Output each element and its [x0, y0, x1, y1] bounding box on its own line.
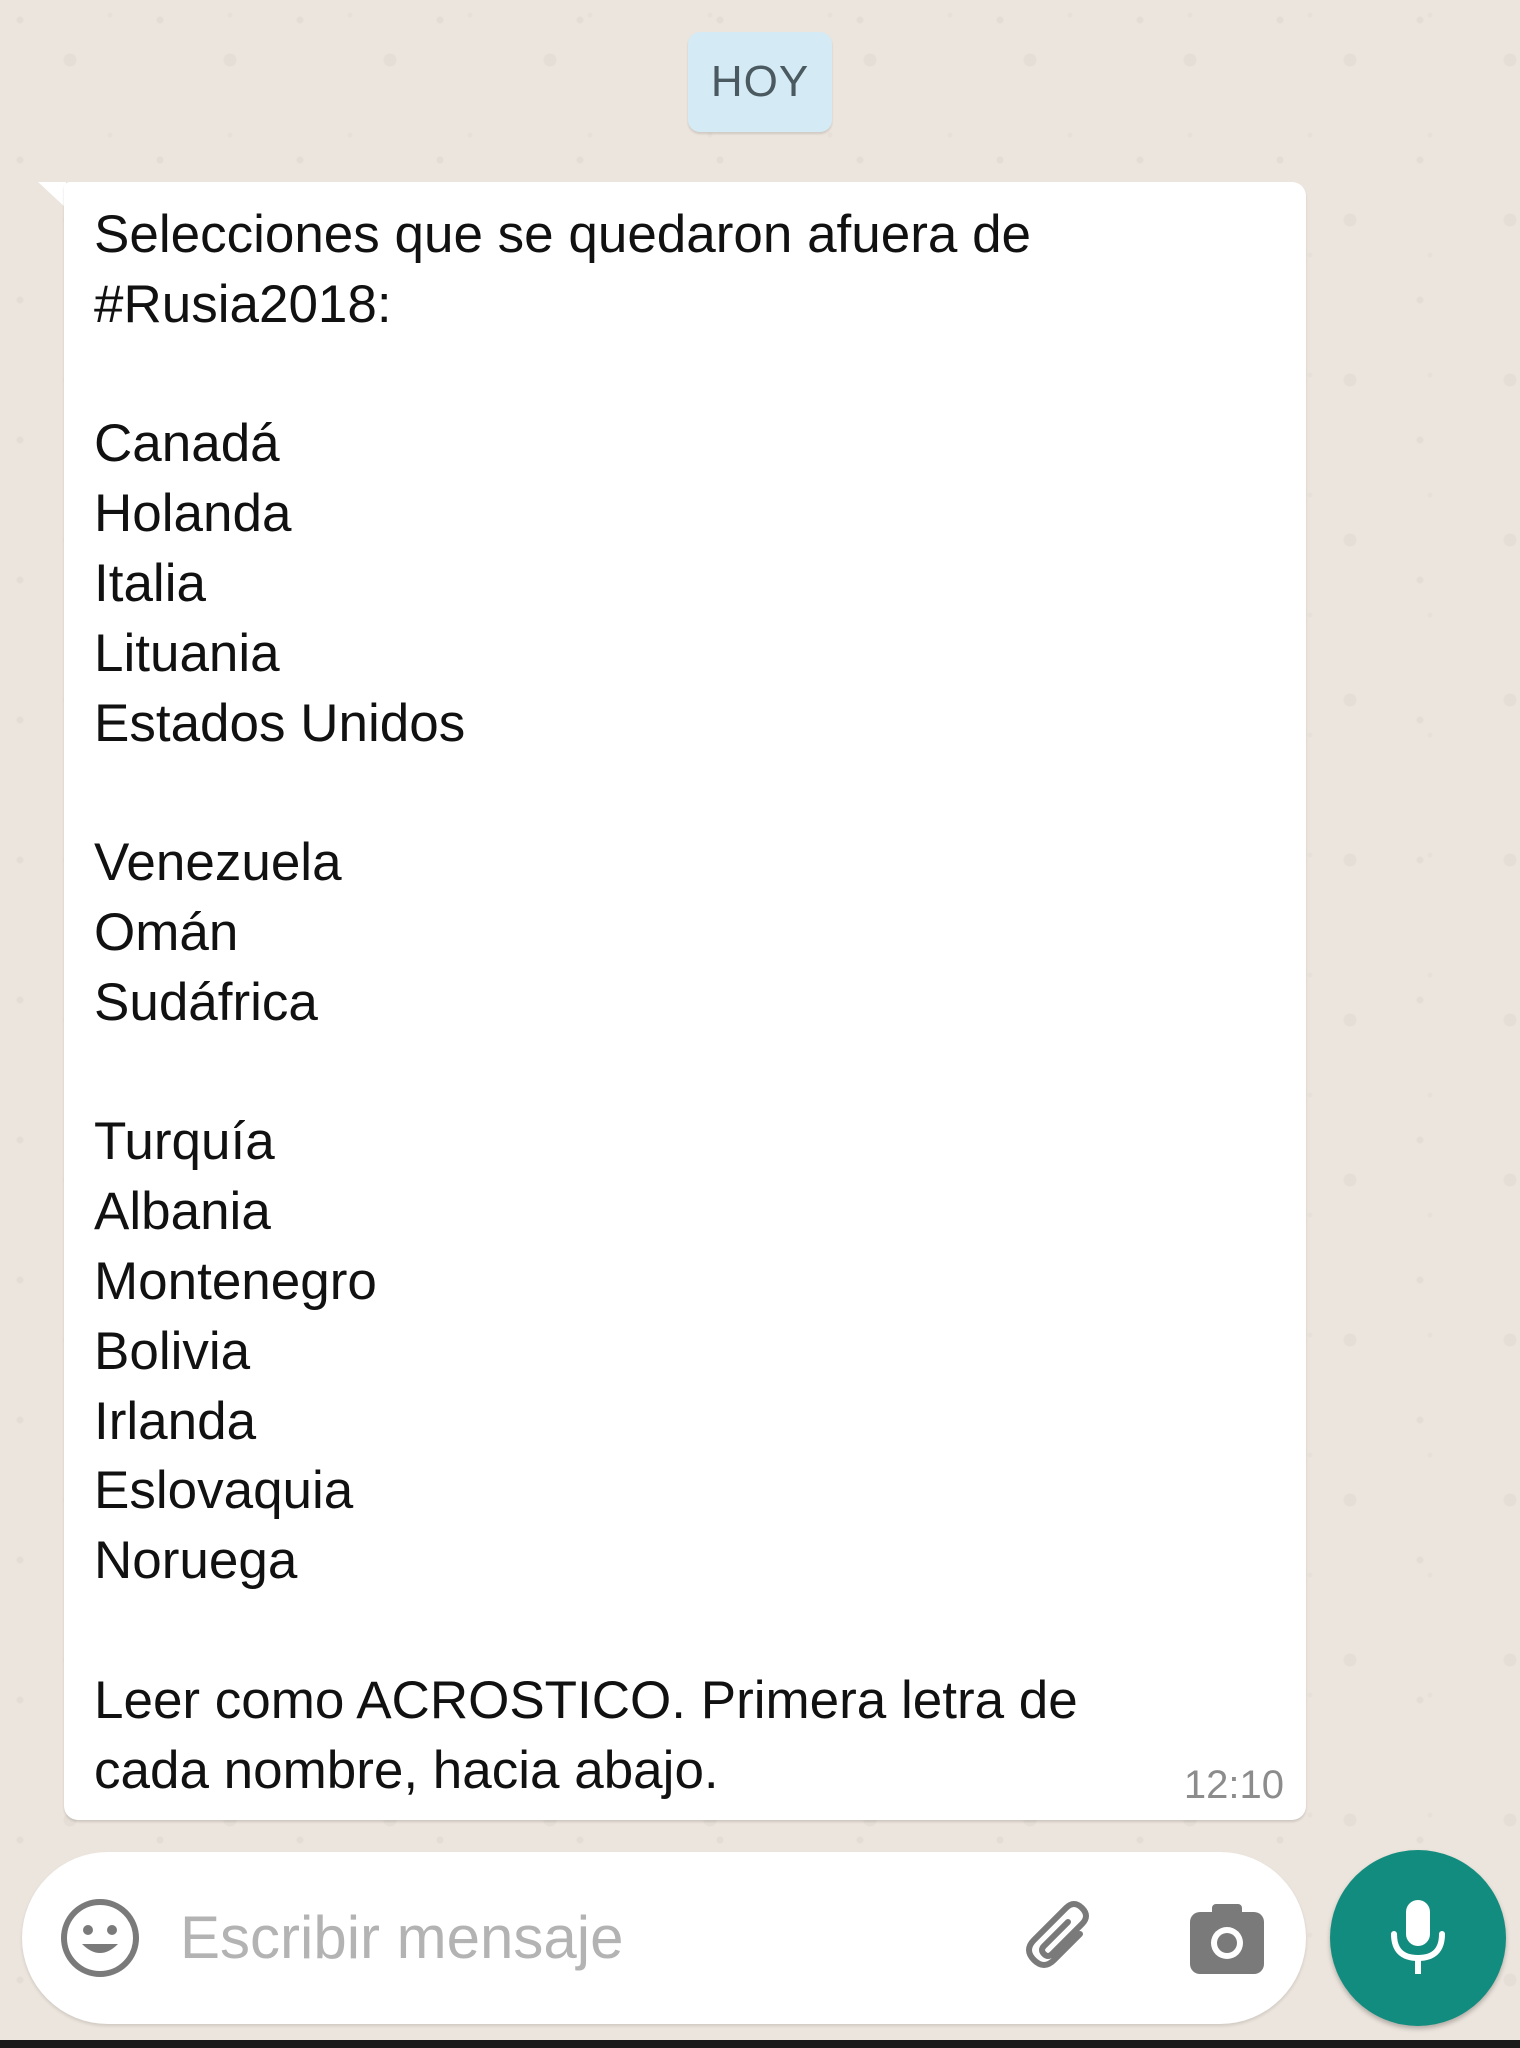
message-text: Selecciones que se quedaron afuera de #R… — [94, 205, 1078, 1800]
camera-icon — [1190, 1904, 1264, 1974]
message-bubble-tail — [38, 182, 66, 208]
screen-bottom-edge — [0, 2040, 1520, 2048]
camera-button[interactable] — [1186, 1898, 1268, 1980]
voice-message-button[interactable] — [1330, 1850, 1506, 2026]
microphone-icon — [1391, 1900, 1445, 1974]
attach-button[interactable] — [1018, 1894, 1108, 1984]
message-composer: Escribir mensaje — [22, 1852, 1306, 2024]
date-divider: HOY — [688, 32, 832, 132]
date-label: HOY — [710, 57, 810, 106]
message-input-placeholder: Escribir mensaje — [180, 1904, 624, 1971]
message-timestamp: 12:10 — [1183, 1763, 1284, 1807]
emoji-button[interactable] — [58, 1896, 142, 1980]
message-bubble[interactable]: Selecciones que se quedaron afuera de #R… — [64, 182, 1306, 1820]
emoji-icon — [61, 1899, 139, 1977]
paperclip-icon — [1026, 1901, 1089, 1968]
